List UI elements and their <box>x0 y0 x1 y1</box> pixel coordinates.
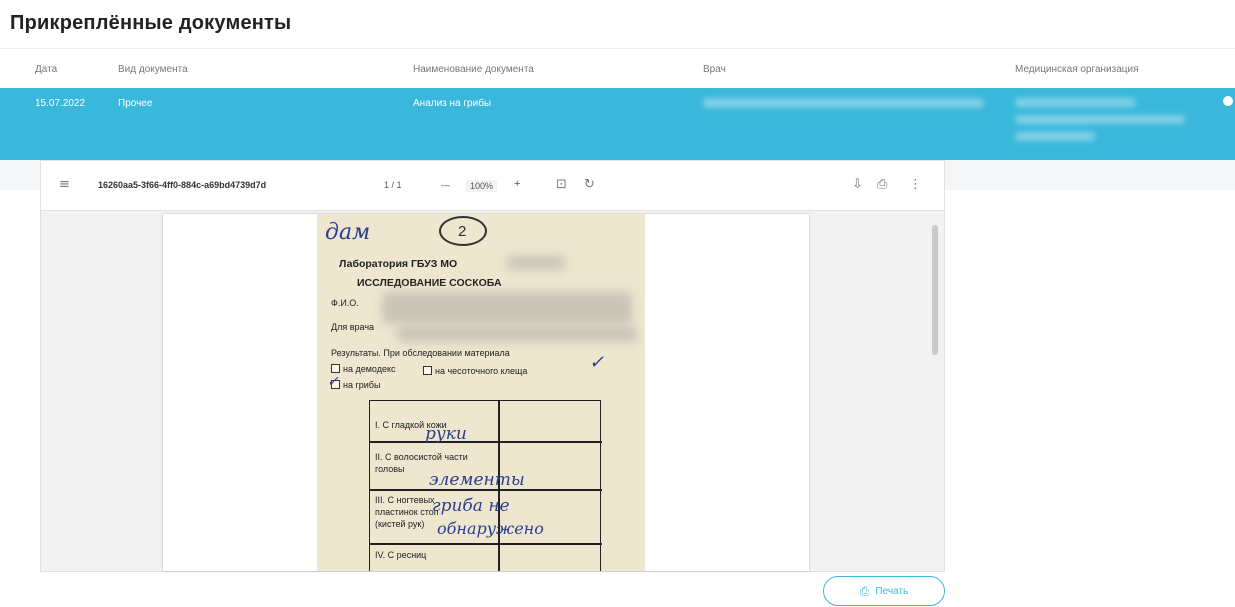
column-doc-type[interactable]: Вид документа <box>118 64 188 75</box>
column-doc-name[interactable]: Наименование документа <box>413 64 534 75</box>
fio-label: Ф.И.О. <box>331 298 359 308</box>
vertical-scrollbar[interactable] <box>930 215 940 567</box>
handwriting-row3b: обнаружено <box>437 519 544 538</box>
redacted-organization-3 <box>1015 132 1095 141</box>
print-button-label: Печать <box>875 585 909 597</box>
row-action-icon[interactable] <box>1223 96 1233 106</box>
column-organization[interactable]: Медицинская организация <box>1015 64 1139 75</box>
row-scalp-a: II. С волосистой части <box>375 452 468 462</box>
redacted-doctor-name <box>397 326 637 342</box>
row-doc-name: Анализ на грибы <box>413 98 492 109</box>
study-title: ИССЛЕДОВАНИЕ СОСКОБА <box>357 277 502 289</box>
scanned-document: дам 2 Лаборатория ГБУЗ МО ИССЛЕДОВАНИЕ С… <box>317 214 645 571</box>
zoom-in-button[interactable]: + <box>514 178 520 190</box>
row-date: 15.07.2022 <box>35 98 86 109</box>
handwriting-row3: гриба не <box>432 496 510 516</box>
row-nails-c: (кистей рук) <box>375 519 425 529</box>
print-icon[interactable]: ⎙ <box>877 177 887 192</box>
page-title: Прикреплённые документы <box>10 12 292 34</box>
document-page: дам 2 Лаборатория ГБУЗ МО ИССЛЕДОВАНИЕ С… <box>163 214 809 571</box>
redacted-organization-1 <box>1015 98 1135 107</box>
menu-icon[interactable]: ≡ <box>59 177 70 192</box>
row-nails-a: III. С ногтевых <box>375 495 435 505</box>
doctor-label: Для врача <box>331 322 375 332</box>
checkbox-tick-handwriting: ✓ <box>327 374 339 390</box>
table-row-selected[interactable]: 15.07.2022 Прочее Анализ на грибы <box>0 88 1235 160</box>
redacted-doctor <box>703 98 983 108</box>
rotate-icon[interactable]: ↻ <box>584 177 595 192</box>
scroll-thumb[interactable] <box>932 225 938 355</box>
option-demodex: на демодекс <box>343 364 396 374</box>
handwriting-row1: руки <box>425 424 467 444</box>
print-button-icon: ⎙ <box>859 583 870 598</box>
download-icon[interactable]: ⇩ <box>852 177 863 192</box>
column-date[interactable]: Дата <box>35 64 57 75</box>
column-doctor[interactable]: Врач <box>703 64 726 75</box>
zoom-value[interactable]: 100% <box>466 180 498 192</box>
lab-title: Лаборатория ГБУЗ МО <box>339 258 458 270</box>
redacted-lab <box>507 256 565 270</box>
row-eyelashes: IV. С ресниц <box>375 550 427 560</box>
fit-page-icon[interactable]: ⊡ <box>556 177 567 192</box>
viewer-canvas: дам 2 Лаборатория ГБУЗ МО ИССЛЕДОВАНИЕ С… <box>41 211 944 571</box>
option-fungi: на грибы <box>343 380 381 390</box>
handwriting-row2: элементы <box>429 470 525 490</box>
viewer-toolbar: ≡ 16260aa5-3f66-4ff0-884c-a69bd4739d7d 1… <box>41 161 944 211</box>
documents-table-header: Дата Вид документа Наименование документ… <box>0 48 1235 88</box>
circle-number-mark: 2 <box>439 216 487 246</box>
page-indicator[interactable]: 1 / 1 <box>384 180 402 190</box>
checkbox-demodex <box>331 364 340 373</box>
redacted-fio <box>382 292 632 324</box>
zoom-out-button[interactable]: — <box>441 180 450 190</box>
results-label: Результаты. При обследовании материала <box>331 348 510 358</box>
checkbox-mite <box>423 366 432 375</box>
print-button[interactable]: ⎙ Печать <box>823 576 945 606</box>
checkmark-handwriting: ✓ <box>589 352 605 373</box>
pdf-viewer: ≡ 16260aa5-3f66-4ff0-884c-a69bd4739d7d 1… <box>40 160 945 572</box>
row-scalp-b: головы <box>375 464 405 474</box>
redacted-organization-2 <box>1015 115 1185 124</box>
option-mite: на чесоточного клеща <box>435 366 528 376</box>
handwriting-header: дам <box>325 220 371 245</box>
more-vertical-icon[interactable]: ⋮ <box>909 177 922 192</box>
file-name: 16260aa5-3f66-4ff0-884c-a69bd4739d7d <box>98 180 267 190</box>
row-doc-type: Прочее <box>118 98 153 109</box>
row-nails-b: пластинок стоп <box>375 507 439 517</box>
